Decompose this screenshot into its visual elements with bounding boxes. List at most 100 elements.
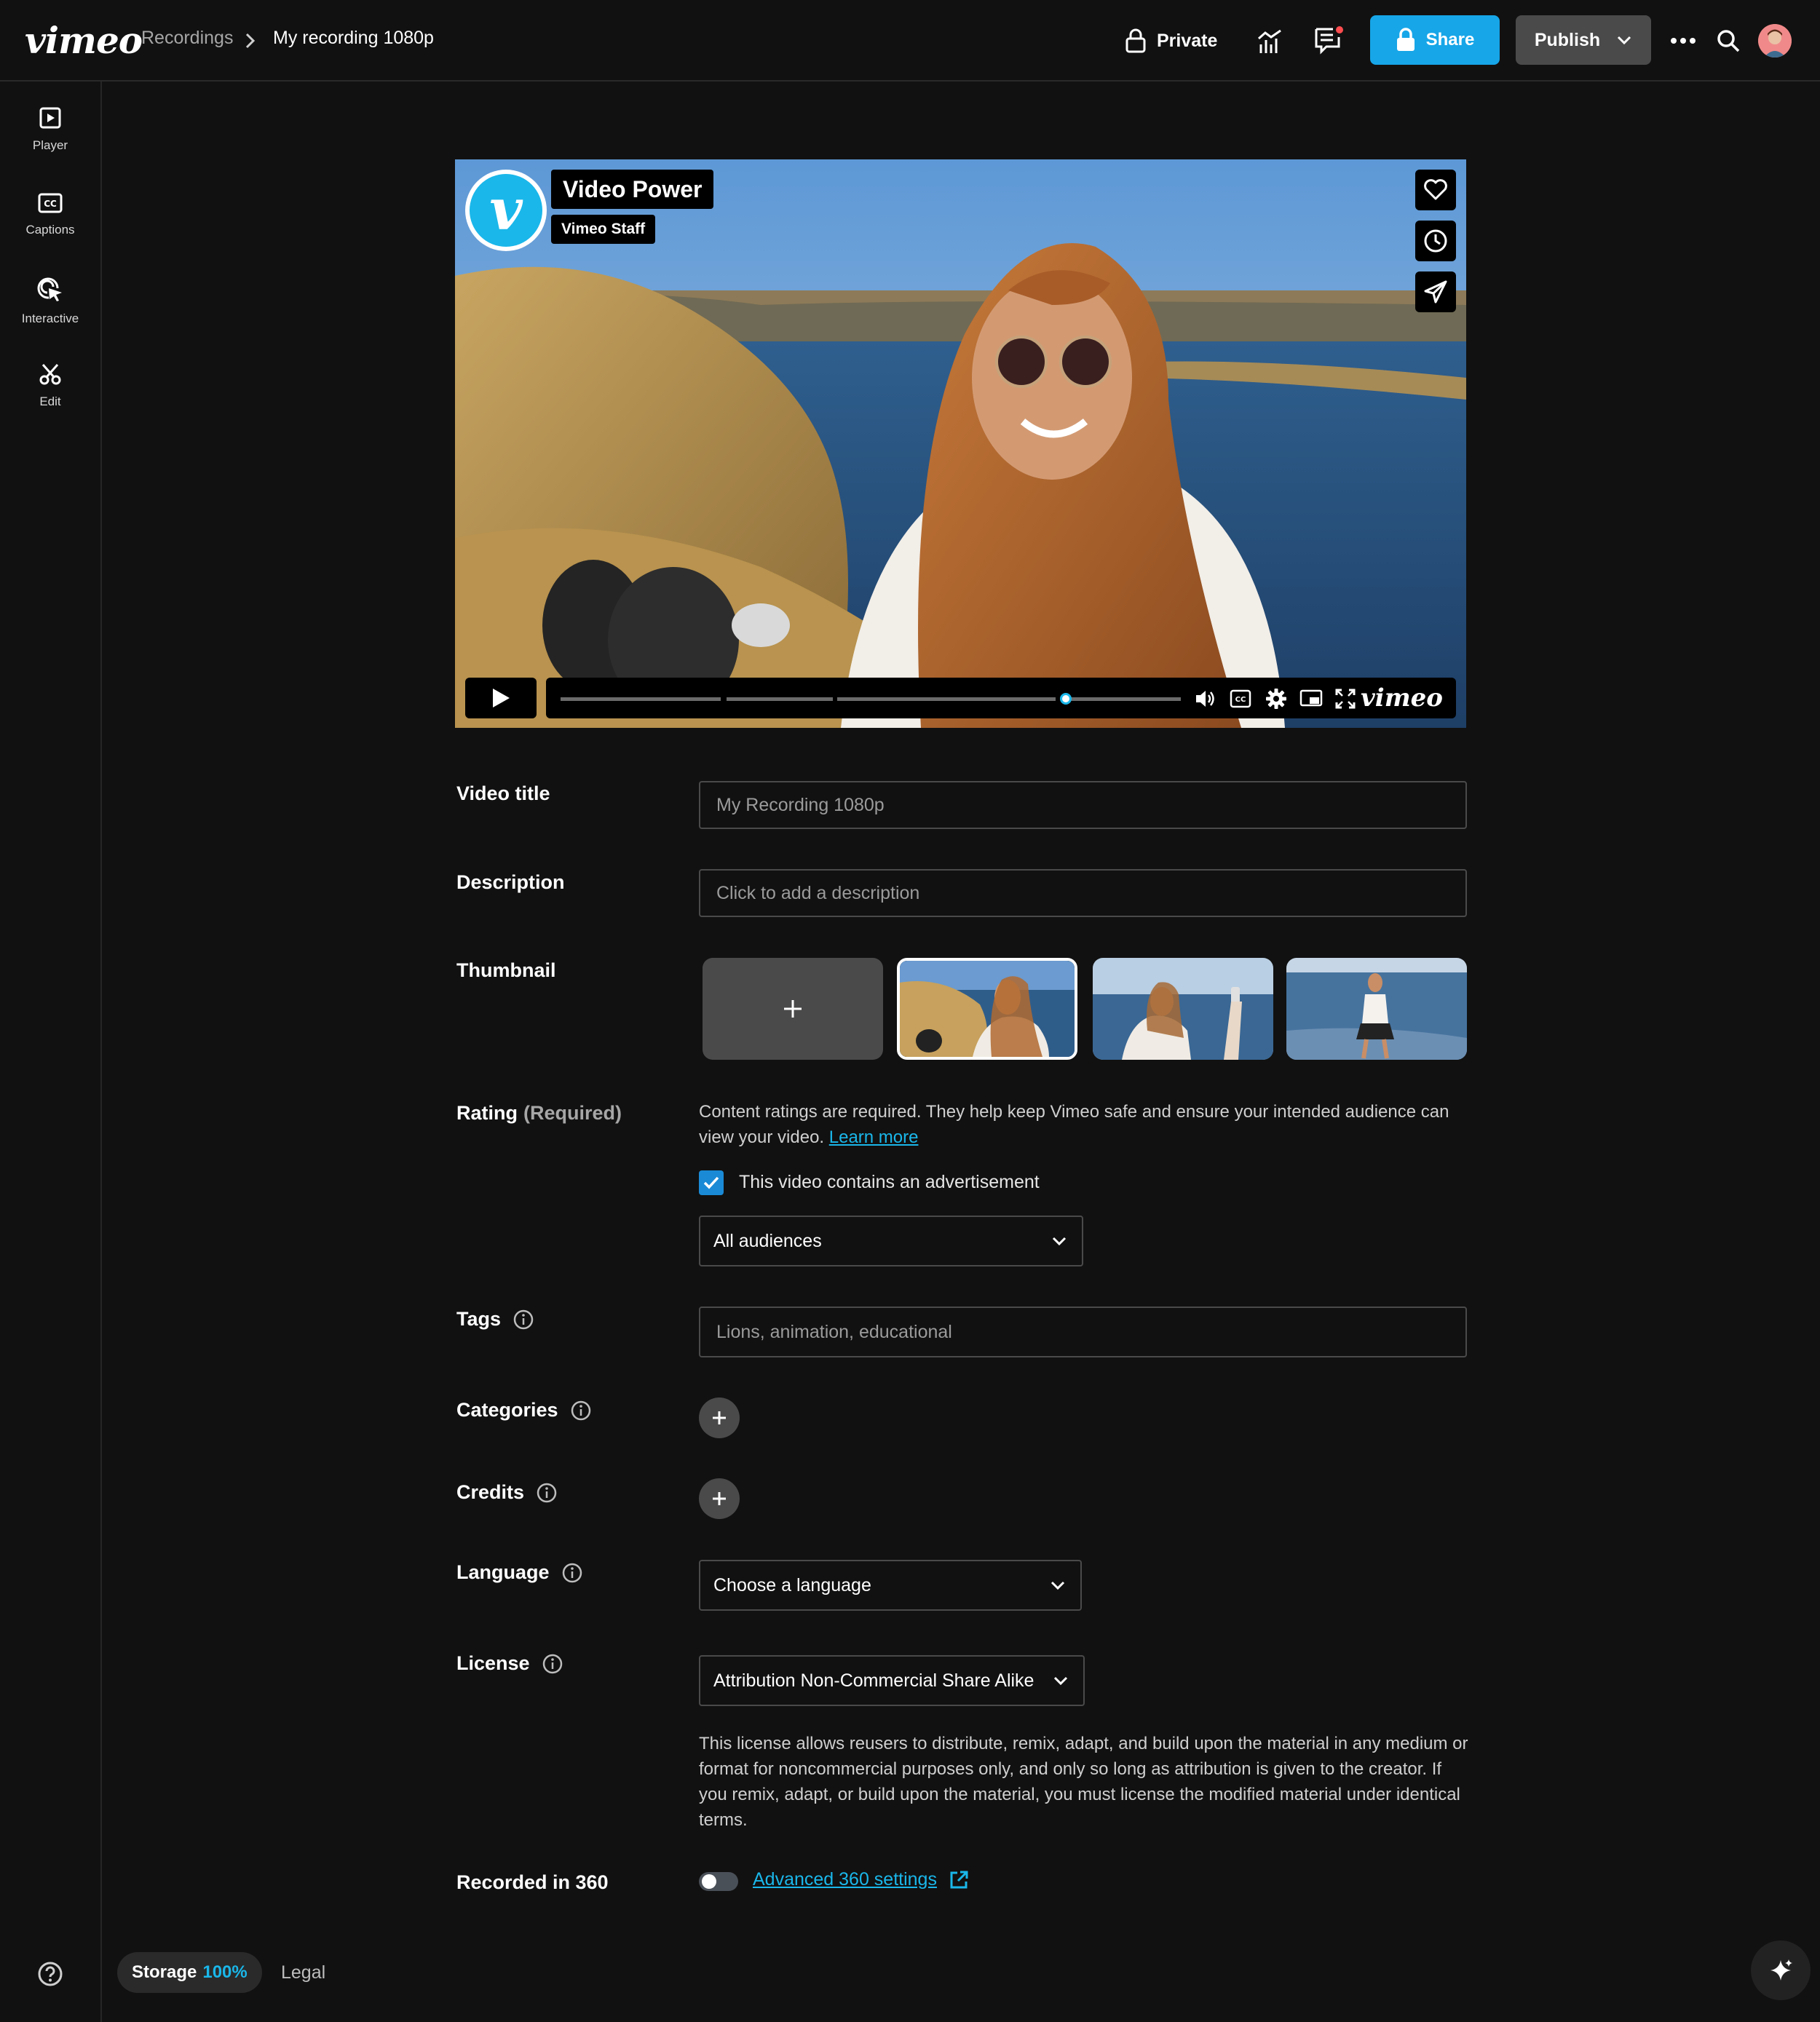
sidebar-item-edit[interactable]: Edit <box>0 362 100 409</box>
scissors-icon <box>39 362 62 386</box>
chapter-segment[interactable] <box>561 697 721 701</box>
license-select[interactable]: Attribution Non-Commercial Share Alike <box>699 1655 1085 1706</box>
thumbnail-option[interactable] <box>1286 958 1467 1060</box>
ai-assistant-button[interactable] <box>1751 1940 1811 2000</box>
chapter-segment[interactable] <box>837 697 1056 701</box>
language-label-text: Language <box>456 1561 550 1583</box>
advanced-360-settings-link[interactable]: Advanced 360 settings <box>753 1869 969 1890</box>
thumbnail-label: Thumbnail <box>456 959 556 982</box>
checkmark-icon <box>703 1175 720 1190</box>
legal-link[interactable]: Legal <box>281 1962 325 1983</box>
thumbnail-image <box>900 961 1075 1057</box>
privacy-button[interactable]: Private <box>1125 22 1217 60</box>
sparkle-icon <box>1768 1957 1794 1983</box>
more-icon <box>1670 37 1696 44</box>
picture-in-picture-icon[interactable] <box>1299 687 1323 710</box>
chapter-segment[interactable] <box>1070 697 1181 701</box>
thumbnail-label-text: Thumbnail <box>456 959 556 981</box>
sidebar-item-captions[interactable]: CC Captions <box>0 192 100 237</box>
svg-text:CC: CC <box>44 199 57 209</box>
advertisement-checkbox[interactable] <box>699 1170 724 1195</box>
rating-description: Content ratings are required. They help … <box>699 1099 1471 1150</box>
more-options-button[interactable] <box>1667 29 1699 52</box>
interactive-icon <box>37 277 63 303</box>
top-header: vimeo Recordings My recording 1080p Priv… <box>0 0 1820 82</box>
sidebar-item-label: Player <box>32 138 68 152</box>
license-select-value: Attribution Non-Commercial Share Alike <box>713 1670 1034 1691</box>
video-title-input[interactable]: My Recording 1080p <box>699 781 1467 829</box>
video-frame-image <box>455 159 1466 728</box>
paper-plane-icon <box>1423 279 1448 304</box>
captions-toggle-icon[interactable]: CC <box>1229 687 1252 710</box>
watch-later-button[interactable] <box>1415 221 1456 261</box>
vimeo-logo[interactable]: vimeo <box>25 19 143 62</box>
video-title-label-text: Video title <box>456 782 550 804</box>
lock-icon <box>1396 28 1416 52</box>
channel-logo-letter: v <box>470 174 542 247</box>
sidebar-item-interactive[interactable]: Interactive <box>0 277 100 326</box>
progress-bar[interactable] <box>561 693 1181 705</box>
info-icon[interactable] <box>513 1309 534 1331</box>
video-title-value: My Recording 1080p <box>716 794 885 815</box>
share-video-button[interactable] <box>1415 271 1456 312</box>
chapter-segment[interactable] <box>727 697 833 701</box>
storage-indicator[interactable]: Storage 100% <box>117 1952 262 1993</box>
search-button[interactable] <box>1714 26 1743 55</box>
description-input[interactable]: Click to add a description <box>699 869 1467 917</box>
license-description: This license allows reusers to distribut… <box>699 1734 1468 1830</box>
tags-placeholder: Lions, animation, educational <box>716 1321 952 1342</box>
publish-button[interactable]: Publish <box>1516 15 1651 65</box>
recorded-360-label: Recorded in 360 <box>456 1871 609 1894</box>
add-thumbnail-button[interactable] <box>703 958 883 1060</box>
tags-input[interactable]: Lions, animation, educational <box>699 1307 1467 1357</box>
player-side-actions <box>1415 170 1456 312</box>
channel-logo[interactable]: v <box>465 170 547 251</box>
help-icon[interactable] <box>37 1961 63 1987</box>
audience-select[interactable]: All audiences <box>699 1216 1083 1266</box>
language-select[interactable]: Choose a language <box>699 1560 1082 1611</box>
fullscreen-icon[interactable] <box>1334 687 1357 710</box>
categories-label-text: Categories <box>456 1399 558 1421</box>
recorded-360-label-text: Recorded in 360 <box>456 1871 609 1893</box>
share-button[interactable]: Share <box>1370 15 1500 65</box>
plus-icon <box>711 1490 728 1507</box>
sidebar-item-label: Captions <box>25 223 75 237</box>
sidebar-item-label: Edit <box>39 395 61 408</box>
storage-label: Storage <box>132 1962 197 1982</box>
description-label: Description <box>456 871 565 894</box>
storage-percent: 100% <box>202 1962 248 1982</box>
lock-icon <box>1125 28 1147 54</box>
info-icon[interactable] <box>542 1653 563 1675</box>
breadcrumb-current: My recording 1080p <box>273 28 434 48</box>
sidebar-item-player[interactable]: Player <box>0 106 100 153</box>
avatar[interactable] <box>1758 24 1792 58</box>
scrubber-handle[interactable] <box>1060 693 1072 705</box>
channel-name[interactable]: Video Power <box>551 170 714 209</box>
analytics-button[interactable] <box>1254 25 1286 58</box>
like-button[interactable] <box>1415 170 1456 210</box>
info-icon[interactable] <box>536 1482 558 1504</box>
settings-gear-icon[interactable] <box>1265 687 1288 710</box>
thumbnail-option-selected[interactable] <box>897 958 1077 1060</box>
vimeo-player-logo[interactable]: vimeo <box>1361 683 1443 713</box>
recorded-360-toggle[interactable] <box>699 1872 738 1891</box>
info-icon[interactable] <box>570 1400 592 1422</box>
credits-label: Credits <box>456 1481 558 1504</box>
rating-label: Rating (Required) <box>456 1102 622 1125</box>
thumbnail-option[interactable] <box>1093 958 1273 1060</box>
volume-icon[interactable] <box>1194 687 1217 710</box>
credits-label-text: Credits <box>456 1481 525 1503</box>
comments-button[interactable] <box>1313 24 1345 56</box>
add-credit-button[interactable] <box>699 1478 740 1519</box>
play-button[interactable] <box>465 678 537 718</box>
add-category-button[interactable] <box>699 1397 740 1438</box>
toggle-knob <box>702 1874 716 1889</box>
rating-label-text: Rating <box>456 1102 518 1124</box>
video-player[interactable]: v Video Power Vimeo Staff CC vimeo <box>455 159 1466 728</box>
breadcrumb-recordings[interactable]: Recordings <box>141 28 233 49</box>
learn-more-link[interactable]: Learn more <box>829 1127 919 1147</box>
info-icon[interactable] <box>561 1562 583 1584</box>
chevron-down-icon <box>1616 35 1632 45</box>
thumbnail-image <box>1286 958 1467 1060</box>
player-icon <box>39 106 62 130</box>
